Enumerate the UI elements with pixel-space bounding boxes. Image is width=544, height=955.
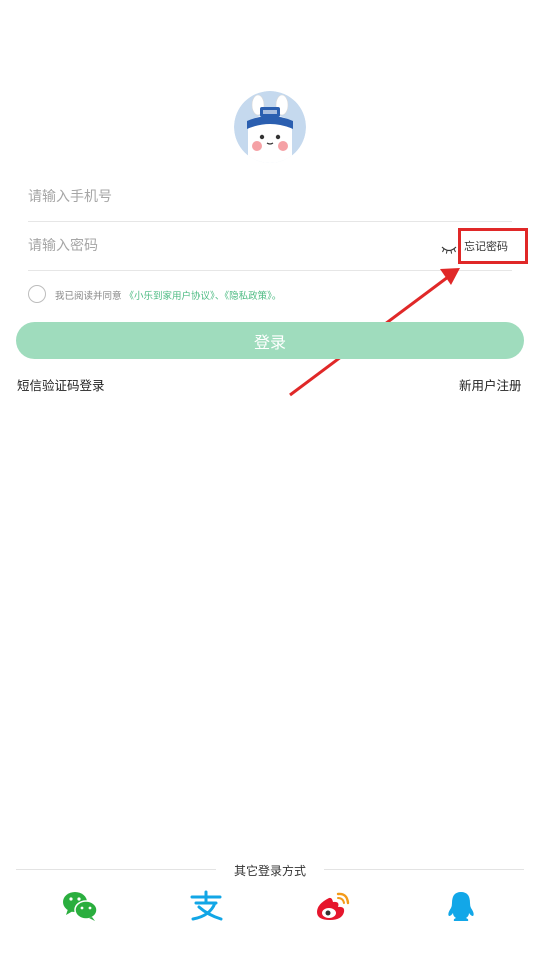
other-login-title: 其它登录方式 (233, 864, 306, 878)
phone-input[interactable] (28, 189, 408, 205)
phone-field[interactable] (28, 173, 512, 222)
register-link[interactable]: 新用户注册 (459, 375, 522, 394)
agreement-suffix: 。 (271, 291, 282, 302)
eye-closed-icon[interactable] (441, 240, 457, 254)
agreement-separator: 、 (214, 291, 225, 302)
privacy-policy-link[interactable]: 《隐私政策》 (224, 291, 272, 302)
divider-right (324, 869, 524, 870)
weibo-login-icon[interactable] (314, 890, 350, 922)
agreement-text: 我已阅读并同意 《小乐到家用户协议》、《隐私政策》。 (55, 288, 281, 302)
login-button[interactable]: 登录 (16, 322, 524, 359)
qq-login-icon[interactable] (443, 890, 479, 922)
password-input[interactable] (28, 238, 408, 254)
sms-login-link[interactable]: 短信验证码登录 (17, 375, 105, 394)
divider-left (16, 869, 216, 870)
agreement-prefix: 我已阅读并同意 (55, 291, 122, 302)
avatar (234, 91, 306, 163)
agreement-checkbox[interactable] (28, 285, 46, 303)
user-agreement-link[interactable]: 《小乐到家用户协议》 (125, 291, 215, 302)
alipay-login-icon[interactable] (188, 890, 224, 922)
wechat-login-icon[interactable] (62, 890, 98, 922)
